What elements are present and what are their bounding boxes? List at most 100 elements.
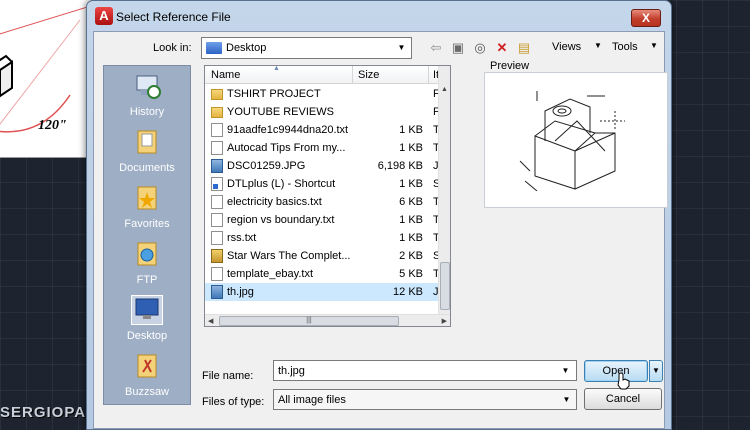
- open-options-chevron-down-icon[interactable]: ▼: [649, 360, 663, 382]
- place-label: Desktop: [126, 330, 168, 342]
- file-name: 91aadfe1c9944dna20.txt: [227, 124, 349, 136]
- place-ftp[interactable]: FTP: [104, 236, 190, 292]
- file-row[interactable]: DTLplus (L) - Shortcut1 KBSho: [205, 175, 450, 193]
- place-history[interactable]: History: [104, 68, 190, 124]
- favorites-icon: [137, 186, 157, 210]
- file-row[interactable]: YOUTUBE REVIEWSFile: [205, 103, 450, 121]
- file-size: 1 KB: [399, 232, 423, 244]
- file-name: rss.txt: [227, 232, 257, 244]
- file-size: 1 KB: [399, 178, 423, 190]
- file-name-input[interactable]: [273, 360, 577, 381]
- drawing-sketch: [0, 5, 91, 133]
- horizontal-scroll-thumb[interactable]: |||: [219, 316, 399, 326]
- scroll-up-arrow-icon[interactable]: ▲: [441, 86, 448, 93]
- file-row[interactable]: electricity basics.txt6 KBText: [205, 193, 450, 211]
- place-buzzsaw[interactable]: Buzzsaw: [104, 348, 190, 404]
- tools-menu[interactable]: Tools: [612, 41, 638, 53]
- file-row[interactable]: rss.txt1 KBText: [205, 229, 450, 247]
- file-row[interactable]: Autocad Tips From my...1 KBText: [205, 139, 450, 157]
- file-name: region vs boundary.txt: [227, 214, 335, 226]
- new-folder-icon[interactable]: ▤: [514, 38, 534, 58]
- delete-icon[interactable]: ✕: [492, 38, 512, 58]
- cancel-button[interactable]: Cancel: [584, 388, 662, 410]
- file-name: TSHIRT PROJECT: [227, 88, 321, 100]
- views-menu[interactable]: Views: [552, 41, 581, 53]
- tools-chevron-down-icon[interactable]: ▼: [650, 41, 658, 50]
- look-in-label: Look in:: [153, 42, 192, 54]
- text-file-icon: [211, 195, 223, 209]
- text-file-icon: [211, 231, 223, 245]
- buzzsaw-icon: [137, 354, 157, 378]
- file-row[interactable]: TSHIRT PROJECTFile: [205, 85, 450, 103]
- places-bar: History Documents Favorites FTP Desktop …: [103, 65, 191, 405]
- folder-icon: [211, 107, 223, 118]
- scroll-right-arrow-icon[interactable]: ▶: [442, 317, 447, 325]
- file-row[interactable]: region vs boundary.txt1 KBText: [205, 211, 450, 229]
- file-name: th.jpg: [227, 286, 254, 298]
- file-list[interactable]: Name ▲ Size Item TSHIRT PROJECTFileYOUTU…: [204, 65, 451, 327]
- file-name-label: File name:: [202, 370, 254, 382]
- dialog-title: Select Reference File: [116, 10, 231, 24]
- column-divider[interactable]: [352, 66, 353, 84]
- chevron-down-icon[interactable]: ▼: [559, 392, 574, 408]
- scroll-left-arrow-icon[interactable]: ◀: [208, 317, 213, 325]
- column-header-size[interactable]: Size: [358, 69, 379, 81]
- dimension-label: 120": [38, 118, 67, 133]
- folder-icon: [211, 89, 223, 100]
- desktop-icon: [131, 295, 163, 325]
- place-documents[interactable]: Documents: [104, 124, 190, 180]
- vertical-scrollbar[interactable]: ▲: [438, 66, 450, 315]
- file-size: 1 KB: [399, 214, 423, 226]
- file-size: 6,198 KB: [377, 160, 423, 172]
- file-row[interactable]: th.jpg12 KBJPEG: [205, 283, 450, 301]
- file-size: 1 KB: [399, 124, 423, 136]
- file-name: Star Wars The Complet...: [227, 250, 351, 262]
- file-rows: TSHIRT PROJECTFileYOUTUBE REVIEWSFile 91a…: [205, 85, 450, 301]
- look-in-value: Desktop: [226, 42, 267, 54]
- up-folder-icon[interactable]: ▣: [448, 38, 468, 58]
- files-of-type-dropdown[interactable]: All image files ▼: [273, 389, 577, 410]
- history-icon: [136, 75, 161, 99]
- file-row[interactable]: template_ebay.txt5 KBText: [205, 265, 450, 283]
- drawing-area: 120": [0, 0, 92, 158]
- column-divider[interactable]: [428, 66, 429, 84]
- horizontal-scrollbar[interactable]: ◀ ||| ▶: [205, 314, 450, 326]
- documents-icon: [137, 130, 157, 154]
- preview-pane: [484, 72, 668, 208]
- place-favorites[interactable]: Favorites: [104, 180, 190, 236]
- dialog-client-area: Look in: Desktop ▼ ⇦ ▣ ◎ ✕ ▤ Views ▼ Too…: [93, 31, 668, 429]
- file-row[interactable]: 91aadfe1c9944dna20.txt1 KBText: [205, 121, 450, 139]
- file-list-header: Name ▲ Size Item: [205, 65, 450, 84]
- close-button[interactable]: X: [631, 9, 661, 27]
- file-row[interactable]: DSC01259.JPG6,198 KBJPEG: [205, 157, 450, 175]
- ftp-icon: [137, 242, 157, 266]
- search-web-icon[interactable]: ◎: [470, 38, 490, 58]
- place-label: FTP: [136, 274, 158, 286]
- file-size: 12 KB: [393, 286, 423, 298]
- file-name: template_ebay.txt: [227, 268, 314, 280]
- sort-ascending-icon: ▲: [273, 65, 280, 72]
- column-header-name[interactable]: Name: [211, 69, 240, 81]
- preview-label: Preview: [490, 60, 530, 72]
- application-icon: [211, 249, 223, 263]
- chevron-down-icon[interactable]: ▼: [394, 40, 409, 56]
- place-desktop[interactable]: Desktop: [104, 292, 190, 348]
- autocad-app-icon: A: [95, 7, 113, 25]
- preview-image: [519, 91, 625, 191]
- text-file-icon: [211, 123, 223, 137]
- place-label: History: [129, 106, 165, 118]
- mouse-pointer-icon: [617, 372, 630, 390]
- text-file-icon: [211, 213, 223, 227]
- vertical-scroll-thumb[interactable]: [440, 262, 450, 310]
- look-in-dropdown[interactable]: Desktop ▼: [201, 37, 412, 59]
- text-file-icon: [211, 267, 223, 281]
- shortcut-icon: [211, 177, 223, 191]
- file-name-chevron-down-icon[interactable]: ▼: [558, 363, 573, 379]
- file-name: electricity basics.txt: [227, 196, 322, 208]
- file-row[interactable]: Star Wars The Complet...2 KBSho: [205, 247, 450, 265]
- desktop-folder-icon: [206, 42, 222, 54]
- title-bar: A Select Reference File X: [87, 1, 671, 31]
- place-label: Buzzsaw: [124, 386, 170, 398]
- back-arrow-icon[interactable]: ⇦: [426, 38, 446, 58]
- views-chevron-down-icon[interactable]: ▼: [594, 41, 602, 50]
